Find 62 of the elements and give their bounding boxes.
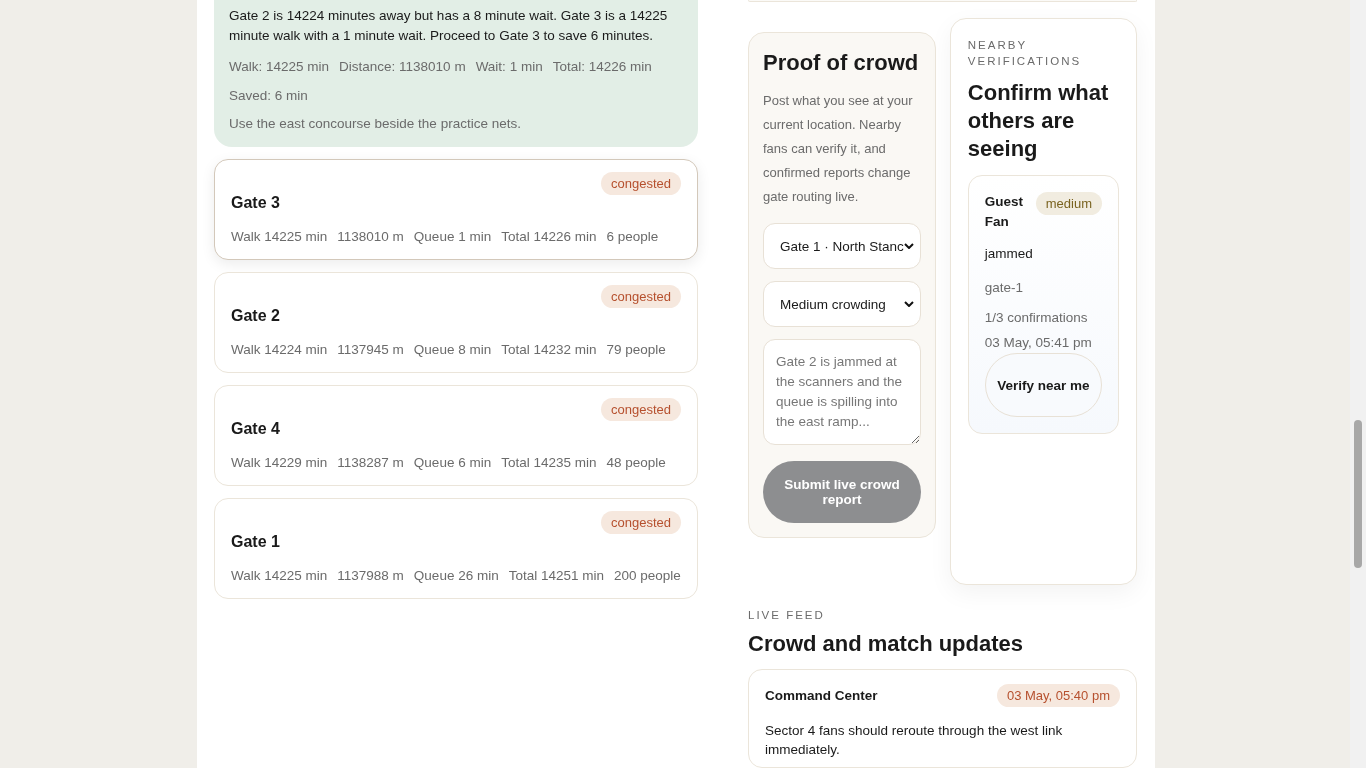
gate-stat: 200 people bbox=[614, 567, 681, 585]
route-stat: Saved: 6 min bbox=[229, 87, 308, 105]
report-time: 03 May, 05:41 pm bbox=[984, 334, 1093, 352]
gate-stat: Walk 14225 min bbox=[231, 228, 328, 246]
confirmation-count: 1/3 confirmations bbox=[984, 309, 1089, 327]
scrollbar[interactable] bbox=[1350, 0, 1366, 768]
gate-stat: Walk 14225 min bbox=[231, 567, 328, 585]
gate-name: Gate 3 bbox=[231, 194, 280, 212]
gate-stat: 1138010 m bbox=[337, 228, 404, 246]
gate-stat: 79 people bbox=[606, 341, 666, 359]
gate-stat: Walk 14224 min bbox=[231, 341, 328, 359]
card-title: Proof of crowd bbox=[763, 49, 920, 77]
gate-stat: 6 people bbox=[606, 228, 659, 246]
chevron-icon bbox=[903, 301, 914, 307]
gate-stat: Walk 14229 min bbox=[231, 454, 328, 472]
status-badge: congested bbox=[601, 511, 681, 534]
route-stat: Distance: 1138010 m bbox=[339, 58, 466, 76]
gate-card[interactable]: Gate 2 congested Walk 14224 min 1137945 m Queue 8 min Total 14232 min 79 people bbox=[214, 272, 698, 373]
gate-card[interactable]: Gate 1 congested Walk 14225 min 1137988 m Queue 26 min Total 14251 min 200 people bbox=[214, 498, 698, 599]
section-eyebrow: NEARBY VERIFICATIONS bbox=[967, 38, 1083, 69]
gate-stat: 1138287 m bbox=[337, 454, 404, 472]
gate-name: Gate 1 bbox=[231, 533, 280, 551]
crowd-level-select[interactable]: Medium crowding bbox=[763, 281, 921, 327]
gate-stat: 1137988 m bbox=[337, 567, 404, 585]
gate-stat: Total 14232 min bbox=[501, 341, 597, 359]
route-stat: Wait: 1 min bbox=[475, 58, 543, 76]
scrollbar-thumb[interactable] bbox=[1354, 420, 1362, 568]
card-title: Confirm what others are seeing bbox=[967, 79, 1110, 163]
section-eyebrow: LIVE FEED bbox=[748, 608, 826, 623]
route-stat: Total: 14226 min bbox=[552, 58, 652, 76]
route-stat: Walk: 14225 min bbox=[229, 58, 330, 76]
status-badge: congested bbox=[601, 172, 681, 195]
section-title: Crowd and match updates bbox=[748, 631, 1025, 657]
report-author: Guest Fan bbox=[984, 193, 1025, 231]
recommendation-text: Gate 2 is 14224 minutes away but has a 8 minute wait. Gate 3 is a 14225 minute walk with a 1 minute wait. Proceed to Gate 3 to save 6 minutes. bbox=[229, 7, 669, 45]
chevron-icon bbox=[903, 243, 914, 249]
report-gate: gate-1 bbox=[984, 279, 1025, 297]
gate-stat: Queue 26 min bbox=[413, 567, 499, 585]
verify-button[interactable]: Verify near me bbox=[984, 353, 1102, 417]
gate-stat: Queue 8 min bbox=[413, 341, 492, 359]
report-field[interactable]: Gate 2 is jammed at the scanners and the queue is spilling into the east ramp... bbox=[763, 339, 921, 445]
gate-stat: Queue 6 min bbox=[413, 454, 492, 472]
gate-card[interactable]: Gate 4 congested Walk 14229 min 1138287 m Queue 6 min Total 14235 min 48 people bbox=[214, 385, 698, 486]
status-badge: congested bbox=[601, 285, 681, 308]
gate-stat: Total 14235 min bbox=[501, 454, 597, 472]
gate-stat: 48 people bbox=[606, 454, 666, 472]
gate-name: Gate 4 bbox=[231, 420, 280, 438]
severity-badge: medium bbox=[1035, 192, 1102, 215]
gate-select[interactable]: Gate 1 · North Stanc bbox=[763, 223, 921, 269]
report-status: jammed bbox=[984, 246, 1034, 261]
gate-stat: Total 14226 min bbox=[501, 228, 597, 246]
feed-message: Sector 4 fans should reroute through the west link immediately. bbox=[765, 722, 1064, 759]
feed-author: Command Center bbox=[765, 688, 878, 703]
time-badge: 03 May, 05:40 pm bbox=[996, 684, 1120, 707]
gate-card[interactable]: Gate 3 congested Walk 14225 min 1138010 m Queue 1 min Total 14226 min 6 people bbox=[214, 159, 698, 260]
route-note: Use the east concourse beside the practice nets. bbox=[229, 116, 522, 131]
gate-stat: Queue 1 min bbox=[413, 228, 492, 246]
card-description: Post what you see at your current location. Nearby fans can verify it, and confirmed reports change gate routing live. bbox=[763, 92, 914, 206]
gate-name: Gate 2 bbox=[231, 307, 280, 325]
gate-stat: 1137945 m bbox=[337, 341, 404, 359]
gate-stat: Total 14251 min bbox=[508, 567, 604, 585]
status-badge: congested bbox=[601, 398, 681, 421]
